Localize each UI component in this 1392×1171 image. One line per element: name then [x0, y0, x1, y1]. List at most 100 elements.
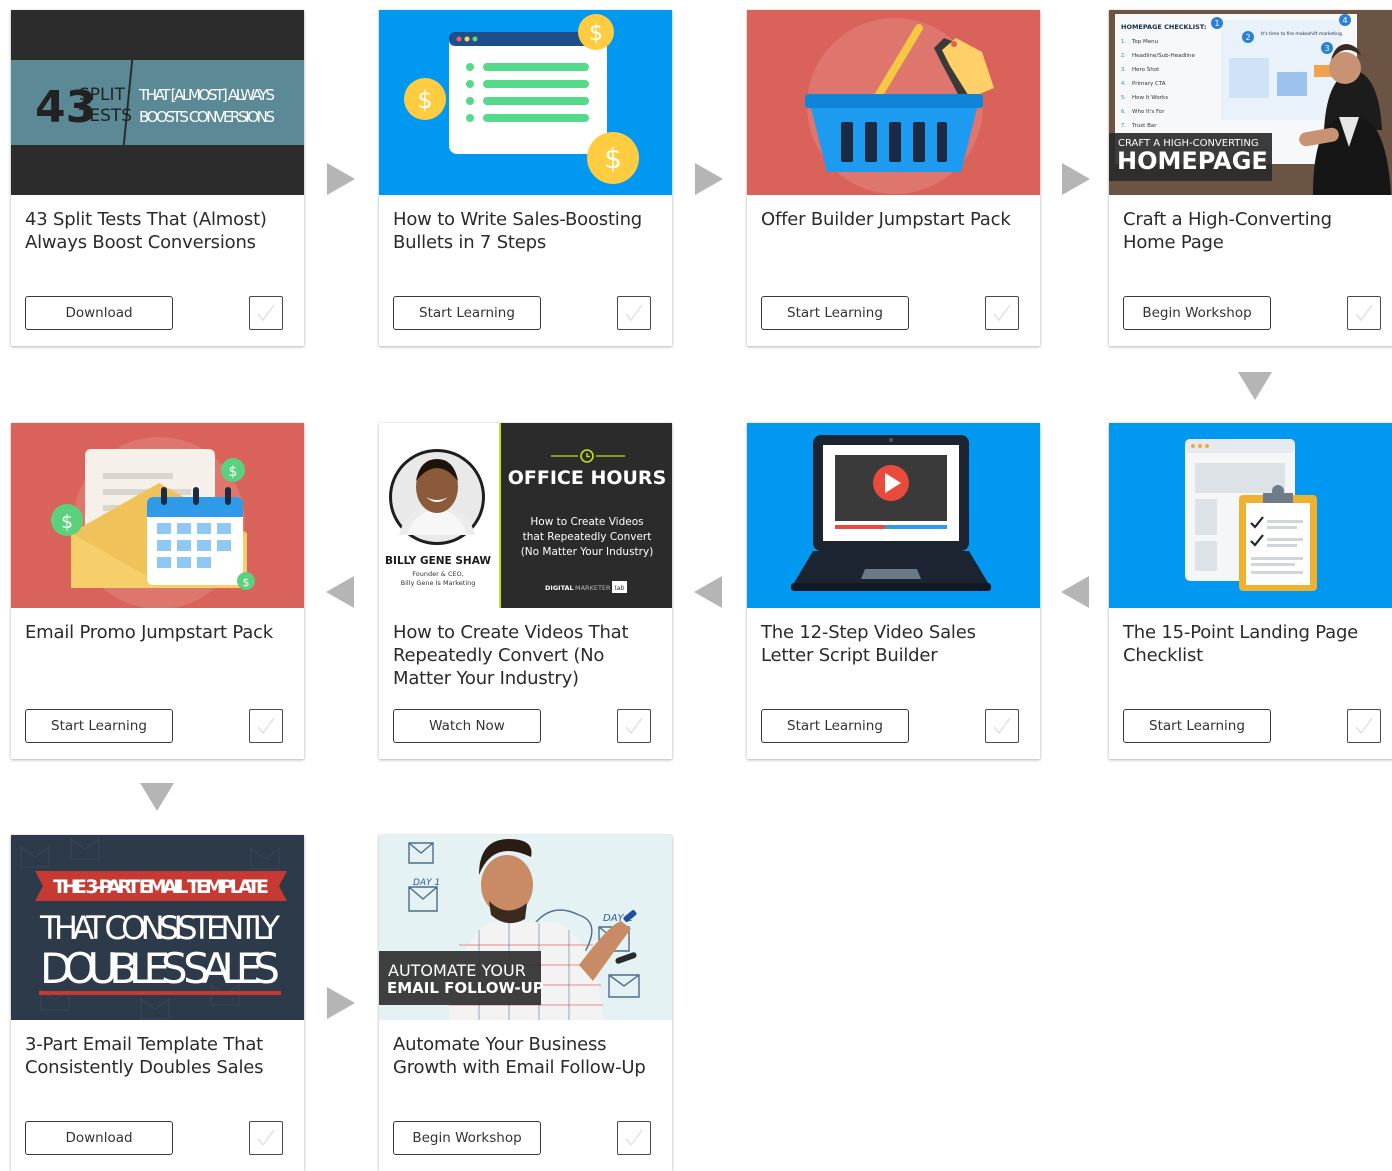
- card-title[interactable]: 3-Part Email Template That Consistently …: [25, 1033, 291, 1079]
- whiteboard-note: DAY 1: [413, 878, 440, 888]
- card-title[interactable]: 43 Split Tests That (Almost) Always Boos…: [25, 208, 291, 254]
- course-card: THE 3-PART EMAIL TEMPLATE THAT CONSISTEN…: [11, 835, 304, 1171]
- card-title[interactable]: Craft a High-Converting Home Page: [1123, 208, 1389, 254]
- complete-checkbox[interactable]: [617, 709, 651, 743]
- flow-arrow-right-icon: [695, 163, 723, 195]
- course-card: Offer Builder Jumpstart Pack Start Learn…: [747, 10, 1040, 346]
- card-title[interactable]: Email Promo Jumpstart Pack: [25, 621, 291, 644]
- card-thumbnail[interactable]: [747, 10, 1040, 195]
- hero-headline: It's time to fire makeshift marketing.: [1261, 31, 1343, 37]
- checklist-item: Top Menu: [1131, 39, 1158, 45]
- checkmark-icon: [993, 304, 1011, 322]
- complete-checkbox[interactable]: [1347, 296, 1381, 330]
- dollar-icon: $: [243, 576, 250, 589]
- start-learning-button[interactable]: Start Learning: [761, 709, 909, 743]
- flow-arrow-down-icon: [140, 783, 174, 811]
- card-title[interactable]: Offer Builder Jumpstart Pack: [761, 208, 1027, 231]
- flow-arrow-right-icon: [1062, 163, 1090, 195]
- card-title[interactable]: The 15-Point Landing Page Checklist: [1123, 621, 1389, 667]
- course-card: The 15-Point Landing Page Checklist Star…: [1109, 423, 1392, 759]
- card-thumbnail[interactable]: HOMEPAGE CHECKLIST: Top Menu Headline/Su…: [1109, 10, 1392, 195]
- course-card: DAY 1 DAY 2 AUTOMATE YOUR EMAIL FOLLOW-U…: [379, 835, 672, 1171]
- course-card: 43 SPLIT TESTS THAT [ALMOST] ALWAYS BOOS…: [11, 10, 304, 346]
- card-thumbnail[interactable]: BILLY GENE SHAW Founder & CEO, Billy Gen…: [379, 423, 672, 608]
- checkmark-icon: [257, 717, 275, 735]
- svg-text:1.: 1.: [1121, 39, 1126, 45]
- svg-text:2.: 2.: [1121, 53, 1126, 59]
- complete-checkbox[interactable]: [985, 709, 1019, 743]
- svg-text:6.: 6.: [1121, 109, 1126, 115]
- begin-workshop-button[interactable]: Begin Workshop: [1123, 296, 1271, 330]
- card-thumbnail[interactable]: DAY 1 DAY 2 AUTOMATE YOUR EMAIL FOLLOW-U…: [379, 835, 672, 1020]
- svg-text:3.: 3.: [1121, 67, 1126, 73]
- course-card: BILLY GENE SHAW Founder & CEO, Billy Gen…: [379, 423, 672, 759]
- thumb-word2: TESTS: [78, 106, 132, 126]
- svg-text:1: 1: [1214, 19, 1219, 28]
- card-title[interactable]: How to Write Sales-Boosting Bullets in 7…: [393, 208, 659, 254]
- thumb-line2: BOOSTS CONVERSIONS: [139, 108, 275, 126]
- session-line: that Repeatedly Convert: [523, 531, 652, 543]
- flow-arrow-right-icon: [327, 163, 355, 195]
- checklist-item: Headline/Sub-Headline: [1132, 53, 1196, 59]
- card-thumbnail[interactable]: $ $ $: [379, 10, 672, 195]
- start-learning-button[interactable]: Start Learning: [25, 709, 173, 743]
- complete-checkbox[interactable]: [249, 1121, 283, 1155]
- speaker-name: BILLY GENE SHAW: [385, 555, 491, 567]
- svg-text:3: 3: [1324, 44, 1329, 53]
- checkmark-icon: [625, 1129, 643, 1147]
- card-thumbnail[interactable]: 43 SPLIT TESTS THAT [ALMOST] ALWAYS BOOS…: [11, 10, 304, 195]
- complete-checkbox[interactable]: [249, 296, 283, 330]
- svg-text:5.: 5.: [1121, 95, 1126, 101]
- flow-arrow-right-icon: [327, 987, 355, 1019]
- checkmark-icon: [993, 717, 1011, 735]
- download-button[interactable]: Download: [25, 296, 173, 330]
- start-learning-button[interactable]: Start Learning: [761, 296, 909, 330]
- checkmark-icon: [1355, 304, 1373, 322]
- dollar-icon: $: [589, 21, 603, 46]
- complete-checkbox[interactable]: [1347, 709, 1381, 743]
- checkmark-icon: [625, 304, 643, 322]
- complete-checkbox[interactable]: [617, 296, 651, 330]
- checklist-item: Hero Shot: [1132, 67, 1160, 73]
- complete-checkbox[interactable]: [617, 1121, 651, 1155]
- session-line: (No Matter Your Industry): [521, 546, 654, 558]
- download-button[interactable]: Download: [25, 1121, 173, 1155]
- brand-logo: lab: [615, 584, 625, 592]
- complete-checkbox[interactable]: [249, 709, 283, 743]
- begin-workshop-button[interactable]: Begin Workshop: [393, 1121, 541, 1155]
- headline-line2: DOUBLES SALES: [40, 944, 280, 993]
- svg-text:4: 4: [1342, 16, 1347, 25]
- course-card: $ $ $ Email Promo Jumpstart Pack Start L…: [11, 423, 304, 759]
- watch-now-button[interactable]: Watch Now: [393, 709, 541, 743]
- dollar-icon: $: [604, 142, 622, 175]
- start-learning-button[interactable]: Start Learning: [393, 296, 541, 330]
- checklist-item: Who It's For: [1132, 109, 1165, 115]
- flow-arrow-left-icon: [694, 576, 722, 608]
- start-learning-button[interactable]: Start Learning: [1123, 709, 1271, 743]
- checkmark-icon: [1355, 717, 1373, 735]
- card-thumbnail[interactable]: [747, 423, 1040, 608]
- flow-arrow-down-icon: [1238, 372, 1272, 400]
- speaker-role: Founder & CEO,: [412, 570, 464, 578]
- dollar-icon: $: [229, 464, 238, 480]
- brand-logo: MARKETER: [575, 584, 611, 592]
- card-title[interactable]: How to Create Videos That Repeatedly Con…: [393, 621, 659, 690]
- card-thumbnail[interactable]: [1109, 423, 1392, 608]
- card-thumbnail[interactable]: $ $ $: [11, 423, 304, 608]
- checklist-item: Trust Bar: [1131, 123, 1157, 129]
- banner-text: THE 3-PART EMAIL TEMPLATE: [53, 876, 269, 898]
- checkmark-icon: [257, 1129, 275, 1147]
- overlay-subtitle: AUTOMATE YOUR: [388, 961, 526, 980]
- flow-arrow-left-icon: [326, 576, 354, 608]
- complete-checkbox[interactable]: [985, 296, 1019, 330]
- card-title[interactable]: Automate Your Business Growth with Email…: [393, 1033, 659, 1079]
- speaker-company: Billy Gene Is Marketing: [401, 579, 476, 587]
- flow-arrow-left-icon: [1061, 576, 1089, 608]
- card-thumbnail[interactable]: THE 3-PART EMAIL TEMPLATE THAT CONSISTEN…: [11, 835, 304, 1020]
- checkmark-icon: [625, 717, 643, 735]
- svg-text:4.: 4.: [1121, 81, 1126, 87]
- thumb-word1: SPLIT: [79, 85, 126, 105]
- svg-text:7.: 7.: [1121, 123, 1126, 129]
- checklist-item: Primary CTA: [1132, 81, 1166, 87]
- card-title[interactable]: The 12-Step Video Sales Letter Script Bu…: [761, 621, 1027, 667]
